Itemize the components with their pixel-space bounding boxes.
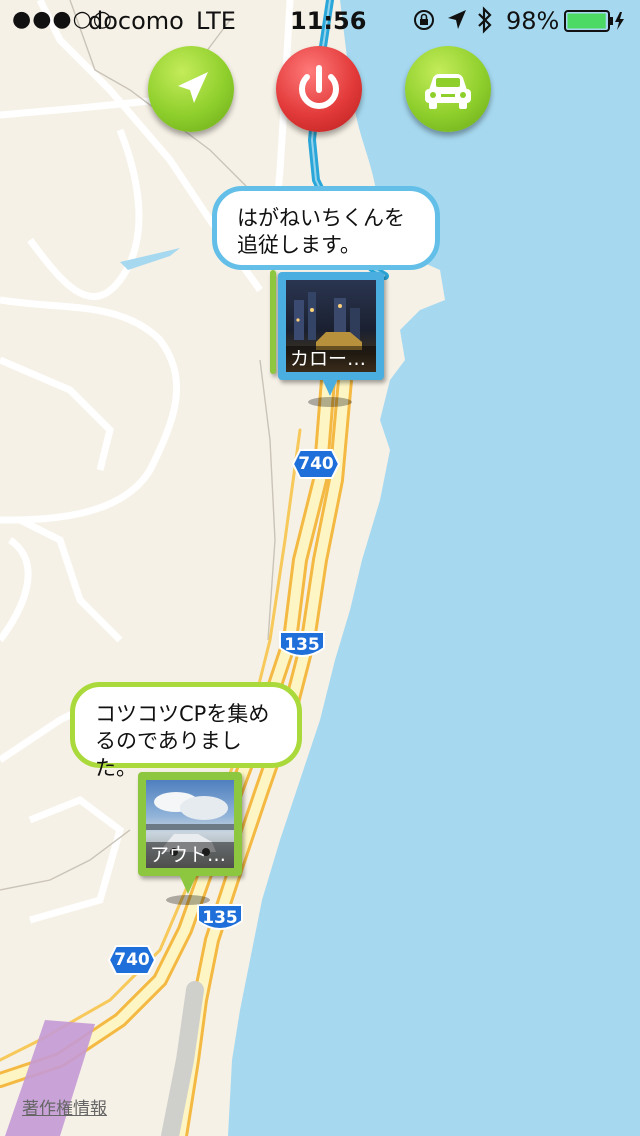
route-shield: 740 (292, 449, 340, 479)
battery-percentage: 98% (506, 7, 560, 35)
map-view[interactable] (0, 0, 640, 1136)
route-shield-label: 135 (284, 635, 320, 655)
sea-area (228, 0, 640, 1136)
marker-caption: カロー… (286, 346, 376, 372)
speech-bubble: コツコツCPを集めるのでありました。 (70, 682, 302, 780)
route-shield: 135 (196, 903, 244, 933)
photo-marker[interactable]: カロー… (278, 272, 384, 380)
route-shield-label: 135 (202, 908, 238, 928)
photo-marker[interactable]: アウト… (138, 772, 242, 876)
current-location-button[interactable] (148, 46, 234, 132)
car-mode-button[interactable] (405, 46, 491, 132)
route-shield-label: 740 (298, 454, 334, 474)
power-button[interactable] (276, 46, 362, 132)
route-shield: 740 (108, 945, 156, 975)
carrier-name: docomo (88, 7, 184, 35)
marker-caption: アウト… (146, 842, 234, 868)
route-shield-label: 740 (114, 950, 150, 970)
route-shield: 135 (278, 630, 326, 660)
legal-link[interactable]: 著作権情報 (22, 1094, 107, 1119)
rotation-lock-icon (412, 8, 436, 38)
power-icon (299, 65, 339, 110)
marker-pointer (308, 374, 352, 407)
network-type: LTE (196, 7, 236, 35)
location-arrow-icon (178, 72, 208, 103)
speech-bubble: はがねいちくんを追従します。 (212, 186, 440, 270)
marker-stack-edge (270, 270, 276, 374)
marker-pointer (166, 872, 210, 905)
battery-icon (564, 9, 626, 39)
bluetooth-icon (476, 6, 494, 40)
location-services-icon (446, 8, 468, 38)
status-bar: ●●●○○ docomo LTE 11:56 98% (0, 0, 640, 40)
car-icon (425, 74, 471, 109)
clock: 11:56 (290, 7, 367, 35)
speech-text: はがねいちくんを追従します。 (237, 206, 405, 257)
